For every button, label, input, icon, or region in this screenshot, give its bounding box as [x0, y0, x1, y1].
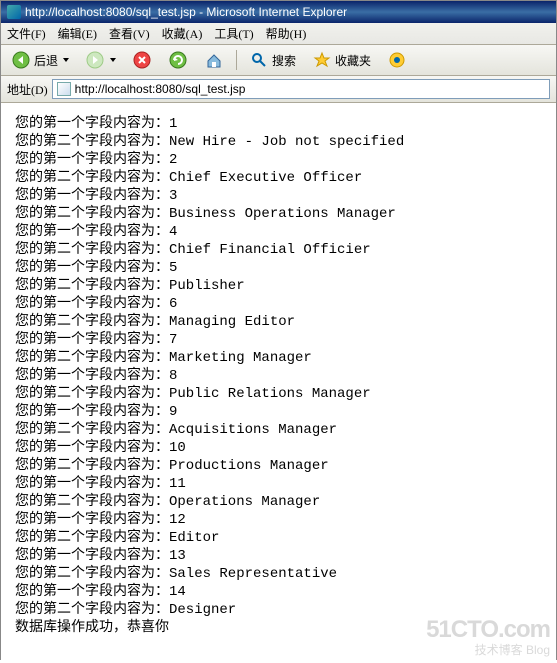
home-button[interactable] — [200, 48, 228, 72]
output-line: 您的第二个字段内容为：Acquisitions Manager — [15, 421, 542, 439]
menu-help[interactable]: 帮助(H) — [266, 25, 307, 42]
output-line: 您的第一个字段内容为：2 — [15, 151, 542, 169]
output-line: 您的第二个字段内容为：Sales Representative — [15, 565, 542, 583]
toolbar: 后退 搜索 收藏夹 — [1, 45, 556, 76]
page-icon — [57, 82, 71, 96]
star-icon — [312, 50, 332, 70]
separator — [236, 50, 237, 70]
output-line: 您的第一个字段内容为：11 — [15, 475, 542, 493]
stop-button[interactable] — [128, 48, 156, 72]
chevron-down-icon — [63, 58, 69, 62]
forward-button[interactable] — [81, 48, 120, 72]
output-line: 您的第二个字段内容为：Designer — [15, 601, 542, 619]
output-line: 您的第二个字段内容为：Marketing Manager — [15, 349, 542, 367]
output-line: 您的第一个字段内容为：14 — [15, 583, 542, 601]
output-line: 您的第一个字段内容为：12 — [15, 511, 542, 529]
output-line: 您的第一个字段内容为：8 — [15, 367, 542, 385]
output-line: 您的第一个字段内容为：6 — [15, 295, 542, 313]
search-icon — [249, 50, 269, 70]
forward-icon — [85, 50, 105, 70]
output-line: 您的第一个字段内容为：1 — [15, 115, 542, 133]
output-line: 您的第二个字段内容为：New Hire - Job not specified — [15, 133, 542, 151]
menu-view[interactable]: 查看(V) — [109, 25, 150, 42]
output-line: 您的第一个字段内容为：10 — [15, 439, 542, 457]
favorites-label: 收藏夹 — [335, 52, 371, 69]
back-button[interactable]: 后退 — [7, 48, 73, 72]
menu-edit[interactable]: 编辑(E) — [58, 25, 97, 42]
menu-favorites[interactable]: 收藏(A) — [162, 25, 203, 42]
output-line: 您的第一个字段内容为：4 — [15, 223, 542, 241]
refresh-button[interactable] — [164, 48, 192, 72]
address-input[interactable]: http://localhost:8080/sql_test.jsp — [52, 79, 550, 99]
output-line: 您的第二个字段内容为：Managing Editor — [15, 313, 542, 331]
address-url: http://localhost:8080/sql_test.jsp — [75, 82, 246, 96]
menu-tools[interactable]: 工具(T) — [214, 25, 253, 42]
history-icon — [387, 50, 407, 70]
output-line: 您的第二个字段内容为：Chief Financial Officier — [15, 241, 542, 259]
chevron-down-icon — [110, 58, 116, 62]
favorites-button[interactable]: 收藏夹 — [308, 48, 375, 72]
output-line: 您的第二个字段内容为：Business Operations Manager — [15, 205, 542, 223]
output-line: 您的第二个字段内容为：Publisher — [15, 277, 542, 295]
titlebar: http://localhost:8080/sql_test.jsp - Mic… — [1, 1, 556, 23]
stop-icon — [132, 50, 152, 70]
back-label: 后退 — [34, 52, 58, 69]
output-line: 您的第二个字段内容为：Public Relations Manager — [15, 385, 542, 403]
ie-icon — [7, 5, 21, 19]
output-line: 您的第一个字段内容为：13 — [15, 547, 542, 565]
output-line: 您的第一个字段内容为：9 — [15, 403, 542, 421]
output-line: 您的第一个字段内容为：3 — [15, 187, 542, 205]
output-line: 您的第二个字段内容为：Operations Manager — [15, 493, 542, 511]
back-icon — [11, 50, 31, 70]
success-line: 数据库操作成功，恭喜你 — [15, 619, 542, 637]
watermark-line2: 技术博客 Blog — [426, 644, 550, 657]
history-button[interactable] — [383, 48, 411, 72]
refresh-icon — [168, 50, 188, 70]
home-icon — [204, 50, 224, 70]
search-label: 搜索 — [272, 52, 296, 69]
output-line: 您的第二个字段内容为：Editor — [15, 529, 542, 547]
address-bar: 地址(D) http://localhost:8080/sql_test.jsp — [1, 76, 556, 103]
output-line: 您的第二个字段内容为：Chief Executive Officer — [15, 169, 542, 187]
output-line: 您的第二个字段内容为：Productions Manager — [15, 457, 542, 475]
page-content: 您的第一个字段内容为：1您的第二个字段内容为：New Hire - Job no… — [1, 103, 556, 663]
output-line: 您的第一个字段内容为：5 — [15, 259, 542, 277]
menubar: 文件(F) 编辑(E) 查看(V) 收藏(A) 工具(T) 帮助(H) — [1, 23, 556, 45]
search-button[interactable]: 搜索 — [245, 48, 300, 72]
address-label: 地址(D) — [7, 81, 48, 98]
window-title: http://localhost:8080/sql_test.jsp - Mic… — [25, 5, 347, 19]
menu-file[interactable]: 文件(F) — [7, 25, 46, 42]
output-line: 您的第一个字段内容为：7 — [15, 331, 542, 349]
